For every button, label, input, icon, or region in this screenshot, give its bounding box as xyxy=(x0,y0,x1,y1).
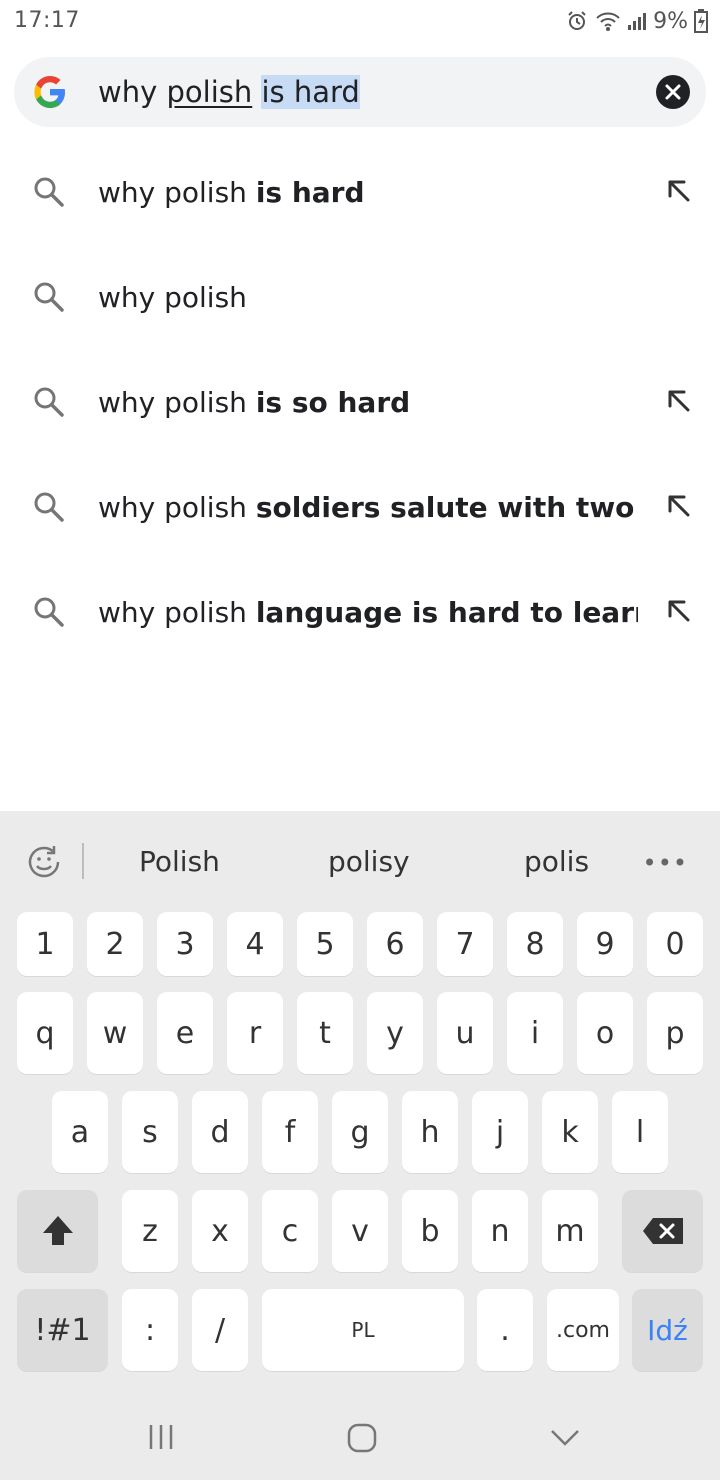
shift-arrow-icon xyxy=(42,1216,73,1245)
key-n[interactable]: n xyxy=(472,1190,528,1272)
keyboard: Polish polisy polis ••• 1 2 3 4 5 6 7 8 … xyxy=(0,811,720,1480)
backspace-key[interactable] xyxy=(622,1190,703,1272)
key-j[interactable]: j xyxy=(472,1091,528,1173)
key-7[interactable]: 7 xyxy=(437,912,493,976)
clear-search-button[interactable] xyxy=(656,75,690,109)
key-e[interactable]: e xyxy=(157,992,213,1074)
suggestion-item[interactable]: why polish language is hard to learn xyxy=(0,560,720,664)
key-a[interactable]: a xyxy=(52,1091,108,1173)
key-b[interactable]: b xyxy=(402,1190,458,1272)
recent-apps-icon[interactable] xyxy=(146,1422,176,1452)
key-k[interactable]: k xyxy=(542,1091,598,1173)
more-options-button[interactable]: ••• xyxy=(643,849,688,877)
key-0[interactable]: 0 xyxy=(647,912,703,976)
prediction-1[interactable]: Polish xyxy=(139,845,220,878)
suggestion-text: why polish is hard xyxy=(98,176,365,209)
key-1[interactable]: 1 xyxy=(17,912,73,976)
key-q[interactable]: q xyxy=(17,992,73,1074)
status-bar: 17:17 9% xyxy=(0,0,720,44)
key-6[interactable]: 6 xyxy=(367,912,423,976)
wifi-icon xyxy=(595,10,621,32)
shift-key[interactable] xyxy=(17,1190,98,1272)
key-m[interactable]: m xyxy=(542,1190,598,1272)
key-c[interactable]: c xyxy=(262,1190,318,1272)
key-s[interactable]: s xyxy=(122,1091,178,1173)
key-x[interactable]: x xyxy=(192,1190,248,1272)
key-w[interactable]: w xyxy=(87,992,143,1074)
dot-key[interactable]: . xyxy=(477,1289,533,1371)
key-9[interactable]: 9 xyxy=(577,912,633,976)
battery-charging-icon xyxy=(694,9,708,33)
close-icon xyxy=(665,84,681,100)
key-p[interactable]: p xyxy=(647,992,703,1074)
keyboard-toolbar: Polish polisy polis ••• xyxy=(0,811,720,911)
key-f[interactable]: f xyxy=(262,1091,318,1173)
search-icon xyxy=(34,492,64,522)
suggestion-text: why polish is so hard xyxy=(98,386,411,419)
key-8[interactable]: 8 xyxy=(507,912,563,976)
suggestion-item[interactable]: why polish is so hard xyxy=(0,350,720,454)
alarm-icon xyxy=(565,9,589,33)
key-t[interactable]: t xyxy=(297,992,353,1074)
key-i[interactable]: i xyxy=(507,992,563,1074)
home-icon[interactable] xyxy=(346,1422,378,1454)
fill-query-arrow-icon[interactable] xyxy=(664,596,694,626)
symbols-key[interactable]: !#1 xyxy=(17,1289,108,1371)
signal-icon xyxy=(627,11,647,31)
suggestion-text: why polish xyxy=(98,281,247,314)
search-icon xyxy=(34,282,64,312)
search-icon xyxy=(34,177,64,207)
navigation-bar xyxy=(0,1400,720,1480)
key-h[interactable]: h xyxy=(402,1091,458,1173)
fill-query-arrow-icon[interactable] xyxy=(664,491,694,521)
search-input[interactable]: why polish is hard xyxy=(98,75,360,109)
key-z[interactable]: z xyxy=(122,1190,178,1272)
search-icon xyxy=(34,597,64,627)
back-chevron-down-icon[interactable] xyxy=(549,1426,581,1450)
colon-key[interactable]: : xyxy=(122,1289,178,1371)
suggestion-text: why polish language is hard to learn xyxy=(98,596,638,629)
status-time: 17:17 xyxy=(14,8,80,33)
key-v[interactable]: v xyxy=(332,1190,388,1272)
go-key[interactable]: Idź xyxy=(632,1289,703,1371)
battery-percent: 9% xyxy=(653,8,688,34)
prediction-2[interactable]: polisy xyxy=(328,845,410,878)
key-y[interactable]: y xyxy=(367,992,423,1074)
key-4[interactable]: 4 xyxy=(227,912,283,976)
key-l[interactable]: l xyxy=(612,1091,668,1173)
key-u[interactable]: u xyxy=(437,992,493,1074)
prediction-3[interactable]: polis xyxy=(524,845,589,878)
space-key[interactable]: PL xyxy=(262,1289,464,1371)
fill-query-arrow-icon[interactable] xyxy=(664,386,694,416)
key-g[interactable]: g xyxy=(332,1091,388,1173)
slash-key[interactable]: / xyxy=(192,1289,248,1371)
key-3[interactable]: 3 xyxy=(157,912,213,976)
key-2[interactable]: 2 xyxy=(87,912,143,976)
key-r[interactable]: r xyxy=(227,992,283,1074)
status-icons: 9% xyxy=(565,6,708,36)
toolbar-divider xyxy=(82,843,84,879)
backspace-icon xyxy=(642,1218,683,1244)
suggestion-item[interactable]: why polish soldiers salute with two fi..… xyxy=(0,455,720,559)
emoji-sync-icon[interactable] xyxy=(24,842,64,882)
suggestion-item[interactable]: why polish is hard xyxy=(0,140,720,244)
google-logo-icon xyxy=(34,76,65,108)
search-icon xyxy=(34,387,64,417)
key-o[interactable]: o xyxy=(577,992,633,1074)
key-d[interactable]: d xyxy=(192,1091,248,1173)
dotcom-key[interactable]: .com xyxy=(547,1289,619,1371)
key-5[interactable]: 5 xyxy=(297,912,353,976)
search-bar[interactable]: why polish is hard xyxy=(14,57,706,127)
fill-query-arrow-icon[interactable] xyxy=(664,176,694,206)
suggestion-text: why polish soldiers salute with two fi..… xyxy=(98,491,638,524)
suggestion-item[interactable]: why polish xyxy=(0,245,720,349)
